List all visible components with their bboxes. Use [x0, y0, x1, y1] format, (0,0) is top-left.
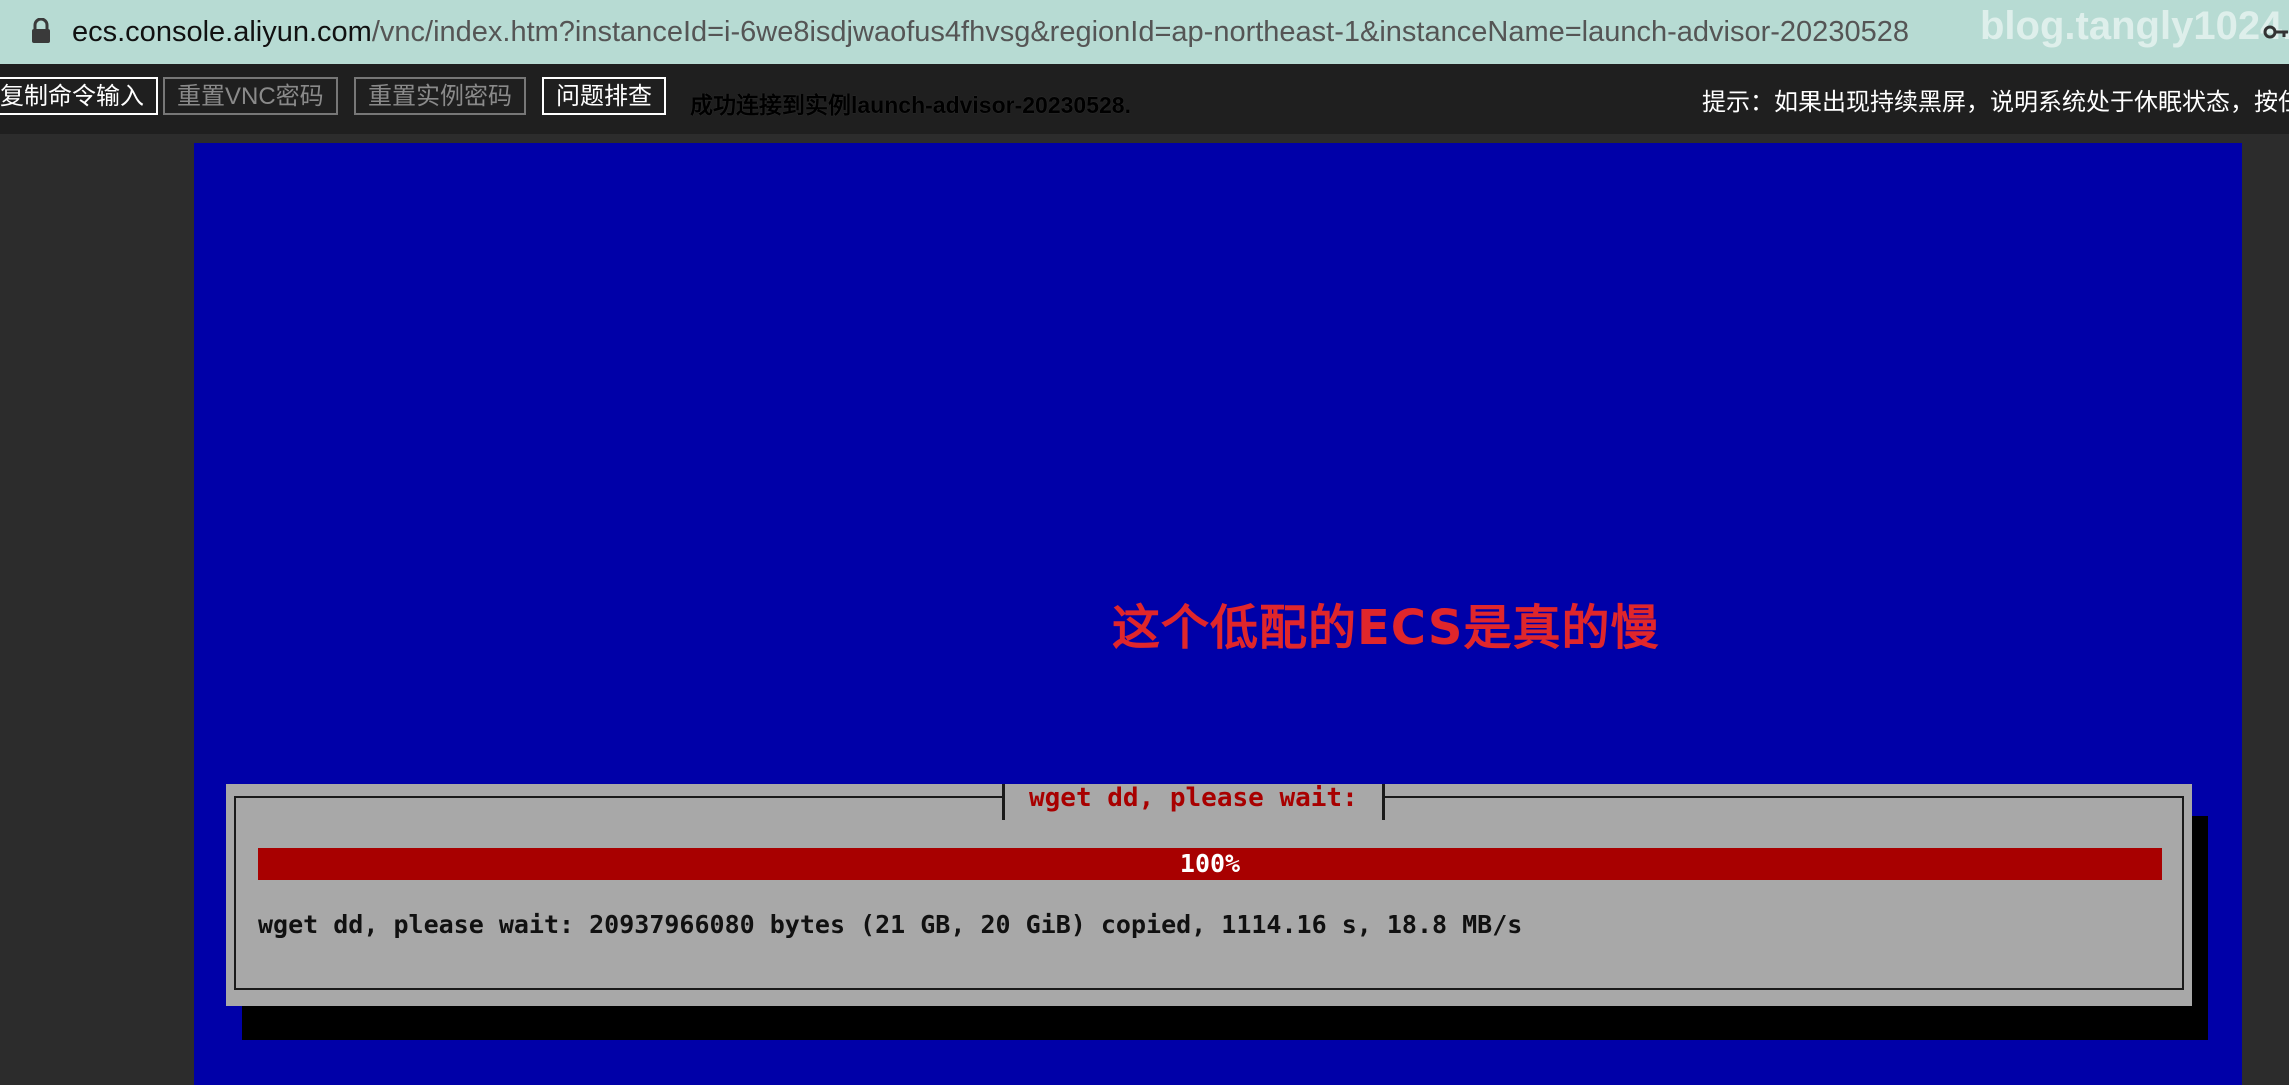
troubleshoot-button[interactable]: 问题排查 — [542, 77, 666, 115]
dialog-frame — [234, 796, 2184, 990]
progress-label: 100% — [1179, 849, 1241, 878]
left-margin — [0, 143, 194, 1085]
reset-vnc-password-button[interactable]: 重置VNC密码 — [163, 77, 338, 115]
connection-status: 成功连接到实例launch-advisor-20230528. — [690, 92, 1131, 118]
progress-bar: 100% — [258, 848, 2162, 880]
reset-instance-password-button[interactable]: 重置实例密码 — [354, 77, 526, 115]
tip-text: 提示：如果出现持续黑屏，说明系统处于休眠状态，按任意键 — [1702, 89, 2289, 116]
dialog-title: wget dd, please wait: — [1002, 784, 1385, 820]
address-bar[interactable]: ecs.console.aliyun.com/vnc/index.htm?ins… — [0, 0, 2289, 64]
vnc-toolbar: 复制命令输入 重置VNC密码 重置实例密码 问题排查 成功连接到实例launch… — [0, 64, 2289, 134]
watermark: blog.tangly1024.com — [1980, 4, 2289, 48]
url-path: /vnc/index.htm?instanceId=i-6we8isdjwaof… — [371, 16, 1909, 48]
dialog-message: wget dd, please wait: 20937966080 bytes … — [258, 910, 1523, 939]
progress-dialog: wget dd, please wait: 100% wget dd, plea… — [226, 784, 2192, 1006]
key-icon[interactable] — [2262, 18, 2289, 46]
annotation-text: 这个低配的ECS是真的慢 — [1112, 600, 1660, 656]
lock-icon[interactable] — [30, 18, 52, 44]
url-domain: ecs.console.aliyun.com — [72, 16, 372, 48]
copy-command-input-button[interactable]: 复制命令输入 — [0, 77, 158, 115]
url-text[interactable]: ecs.console.aliyun.com/vnc/index.htm?ins… — [72, 10, 1909, 54]
